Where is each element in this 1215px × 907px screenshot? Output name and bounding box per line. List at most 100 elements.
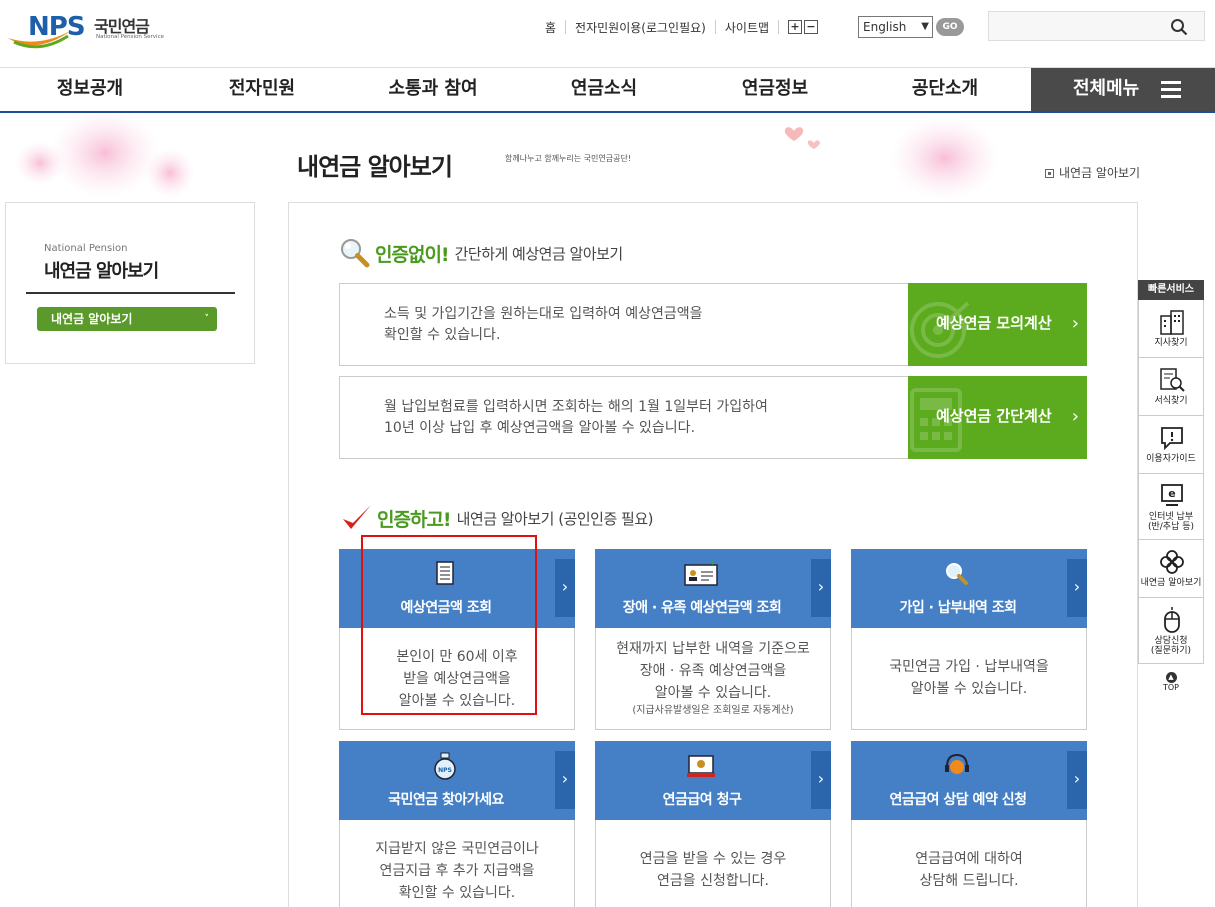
- svg-text:NPS: NPS: [438, 767, 452, 774]
- chevron-down-icon: ▼: [921, 21, 929, 32]
- mock-calc-button[interactable]: 예상연금 모의계산 ›: [908, 283, 1087, 366]
- all-menu-button[interactable]: 전체메뉴: [1031, 68, 1215, 111]
- document-search-icon: [1160, 368, 1185, 392]
- quick-label: 상담신청 (질문하기): [1139, 636, 1203, 656]
- logo-english-text: National Pension Service: [96, 34, 164, 40]
- card-desc-line: 확인할 수 있습니다.: [398, 885, 516, 901]
- quick-label-line: 상담신청: [1154, 636, 1188, 646]
- simple-calc-description: 월 납입보험료를 입력하시면 조회하는 해의 1월 1일부터 가입하여 10년 …: [384, 397, 844, 439]
- language-value: English: [863, 20, 907, 34]
- card-find-pension[interactable]: NPS 국민연금 찾아가세요 › 지급받지 않은 국민연금이나 연금지급 후 추…: [339, 741, 575, 907]
- section-no-auth-heading: 인증없이! 간단하게 예상연금 알아보기: [339, 237, 623, 269]
- quick-branch-finder[interactable]: 지사찾기: [1138, 300, 1204, 358]
- sitemap-link[interactable]: 사이트맵: [725, 19, 769, 36]
- quick-label-line: (반/추납 등): [1147, 522, 1195, 532]
- section-auth-heading: 인증하고! 내연금 알아보기 (공인인증 필요): [341, 503, 654, 533]
- section-auth-rest: 내연금 알아보기 (공인인증 필요): [456, 509, 654, 528]
- chevron-right-icon[interactable]: ›: [1067, 751, 1087, 809]
- chevron-right-icon: ›: [1071, 406, 1079, 427]
- mock-calc-text-line: 확인할 수 있습니다.: [384, 327, 501, 343]
- chevron-right-icon[interactable]: ›: [811, 751, 831, 809]
- zoom-in-button[interactable]: +: [788, 20, 803, 34]
- mouse-icon: [1164, 607, 1180, 633]
- card-subscription-history[interactable]: 가입 · 납부내역 조회 › 국민연금 가입 · 납부내역을 알아볼 수 있습니…: [851, 549, 1087, 730]
- mock-calc-box: 소득 및 가입기간을 원하는대로 입력하여 예상연금액을 확인할 수 있습니다.…: [339, 283, 1087, 366]
- card-note: (지급사유발생일은 조회일로 자동계산): [632, 705, 794, 716]
- breadcrumb[interactable]: 내연금 알아보기: [1045, 164, 1140, 181]
- divider: [778, 20, 780, 34]
- side-menu-dropdown[interactable]: 내연금 알아보기 ˅: [37, 307, 217, 331]
- card-desc-line: 장애 · 유족 예상연금액을: [639, 663, 787, 679]
- e-civil-link[interactable]: 전자민원이용(로그인필요): [575, 19, 706, 36]
- nav-item-info[interactable]: 정보공개: [0, 68, 180, 111]
- search-icon[interactable]: [1170, 18, 1188, 36]
- card-description: 현재까지 납부한 내역을 기준으로 장애 · 유족 예상연금액을 알아볼 수 있…: [596, 638, 830, 718]
- quick-label-line: 인터넷 납부: [1148, 512, 1194, 522]
- nps-logo[interactable]: NPS 국민연금 National Pension Service: [6, 8, 166, 52]
- mock-calc-label: 예상연금 모의계산: [936, 314, 1052, 332]
- all-menu-label: 전체메뉴: [1073, 78, 1140, 99]
- side-menu-title: 내연금 알아보기: [44, 261, 159, 282]
- card-title: 국민연금 찾아가세요: [388, 792, 504, 808]
- chevron-right-icon[interactable]: ›: [811, 559, 831, 617]
- divider: [26, 292, 235, 294]
- divider: [565, 20, 567, 34]
- search-input[interactable]: [988, 11, 1205, 41]
- heart-decoration-icon: [15, 113, 195, 198]
- scroll-top-button[interactable]: ▲ TOP: [1138, 672, 1204, 692]
- quick-user-guide[interactable]: 이용자가이드: [1138, 416, 1204, 474]
- quick-internet-payment[interactable]: e 인터넷 납부 (반/추납 등): [1138, 474, 1204, 540]
- arrow-up-icon: ▲: [1165, 672, 1177, 683]
- card-desc-line: 상담해 드립니다.: [919, 873, 1019, 889]
- card-description: 지급받지 않은 국민연금이나 연금지급 후 추가 지급액을 확인할 수 있습니다…: [340, 838, 574, 904]
- quick-my-pension[interactable]: 내연금 알아보기: [1138, 540, 1204, 598]
- card-header: 연금급여 상담 예약 신청 ›: [851, 741, 1087, 820]
- nav-item-communication[interactable]: 소통과 참여: [343, 68, 523, 111]
- chevron-right-icon[interactable]: ›: [1067, 559, 1087, 617]
- divider: [714, 20, 716, 34]
- go-button[interactable]: GO: [936, 18, 964, 36]
- card-benefit-claim[interactable]: 연금급여 청구 › 연금을 받을 수 있는 경우 연금을 신청합니다.: [595, 741, 831, 907]
- quick-service-panel: 빠른서비스 지사찾기 서식찾기 이용자가이드 e 인터넷 납부 (반/추납 등)…: [1138, 280, 1204, 692]
- card-desc-line: 연금지급 후 추가 지급액을: [379, 863, 535, 879]
- home-link[interactable]: 홈: [545, 19, 556, 36]
- quick-form-finder[interactable]: 서식찾기: [1138, 358, 1204, 416]
- checkmark-icon: [343, 505, 371, 529]
- zoom-out-button[interactable]: −: [804, 20, 819, 34]
- top-bar: NPS 국민연금 National Pension Service 홈 전자민원…: [0, 0, 1215, 68]
- card-desc-line: 지급받지 않은 국민연금이나: [375, 841, 539, 857]
- quick-label: 이용자가이드: [1146, 454, 1196, 464]
- card-description: 국민연금 가입 · 납부내역을 알아볼 수 있습니다.: [852, 656, 1086, 700]
- simple-calc-button[interactable]: 예상연금 간단계산 ›: [908, 376, 1087, 459]
- card-consultation[interactable]: 연금급여 상담 예약 신청 › 연금급여에 대하여 상담해 드립니다.: [851, 741, 1087, 907]
- magnifier-icon: [341, 239, 370, 268]
- card-header: 가입 · 납부내역 조회 ›: [851, 549, 1087, 628]
- simple-calc-box: 월 납입보험료를 입력하시면 조회하는 해의 1월 1일부터 가입하여 10년 …: [339, 376, 1087, 459]
- chevron-right-icon[interactable]: ›: [555, 559, 575, 617]
- page-title: 내연금 알아보기: [297, 147, 456, 182]
- nav-item-pension-info[interactable]: 연금정보: [685, 68, 865, 111]
- card-desc-line: 국민연금 가입 · 납부내역을: [889, 659, 1049, 675]
- mock-calc-description: 소득 및 가입기간을 원하는대로 입력하여 예상연금액을 확인할 수 있습니다.: [384, 304, 844, 346]
- chevron-right-icon[interactable]: ›: [555, 751, 575, 809]
- exclamation-bubble-icon: [1161, 427, 1183, 451]
- breadcrumb-current: 내연금 알아보기: [1059, 166, 1141, 180]
- nav-item-news[interactable]: 연금소식: [514, 68, 694, 111]
- quick-consult-request[interactable]: 상담신청 (질문하기): [1138, 598, 1204, 664]
- id-card-icon: [684, 561, 718, 586]
- heart-decoration-icon: [890, 116, 1000, 200]
- card-disability-survivor[interactable]: 장애 · 유족 예상연금액 조회 › 현재까지 납부한 내역을 기준으로 장애 …: [595, 549, 831, 730]
- quick-service-title: 빠른서비스: [1138, 280, 1204, 300]
- section-no-auth-strong: 인증없이!: [375, 243, 450, 266]
- simple-calc-label: 예상연금 간단계산: [936, 407, 1052, 425]
- clover-icon: [1160, 550, 1184, 574]
- nav-item-civil[interactable]: 전자민원: [172, 68, 352, 111]
- internet-monitor-icon: e: [1161, 484, 1183, 506]
- language-select[interactable]: English ▼: [858, 16, 933, 38]
- highlight-box: [361, 535, 537, 715]
- top-label: TOP: [1162, 683, 1179, 692]
- hamburger-icon: [1161, 81, 1181, 99]
- home-icon: [1045, 169, 1054, 178]
- section-auth-strong: 인증하고!: [377, 508, 452, 531]
- nav-item-about[interactable]: 공단소개: [855, 68, 1035, 111]
